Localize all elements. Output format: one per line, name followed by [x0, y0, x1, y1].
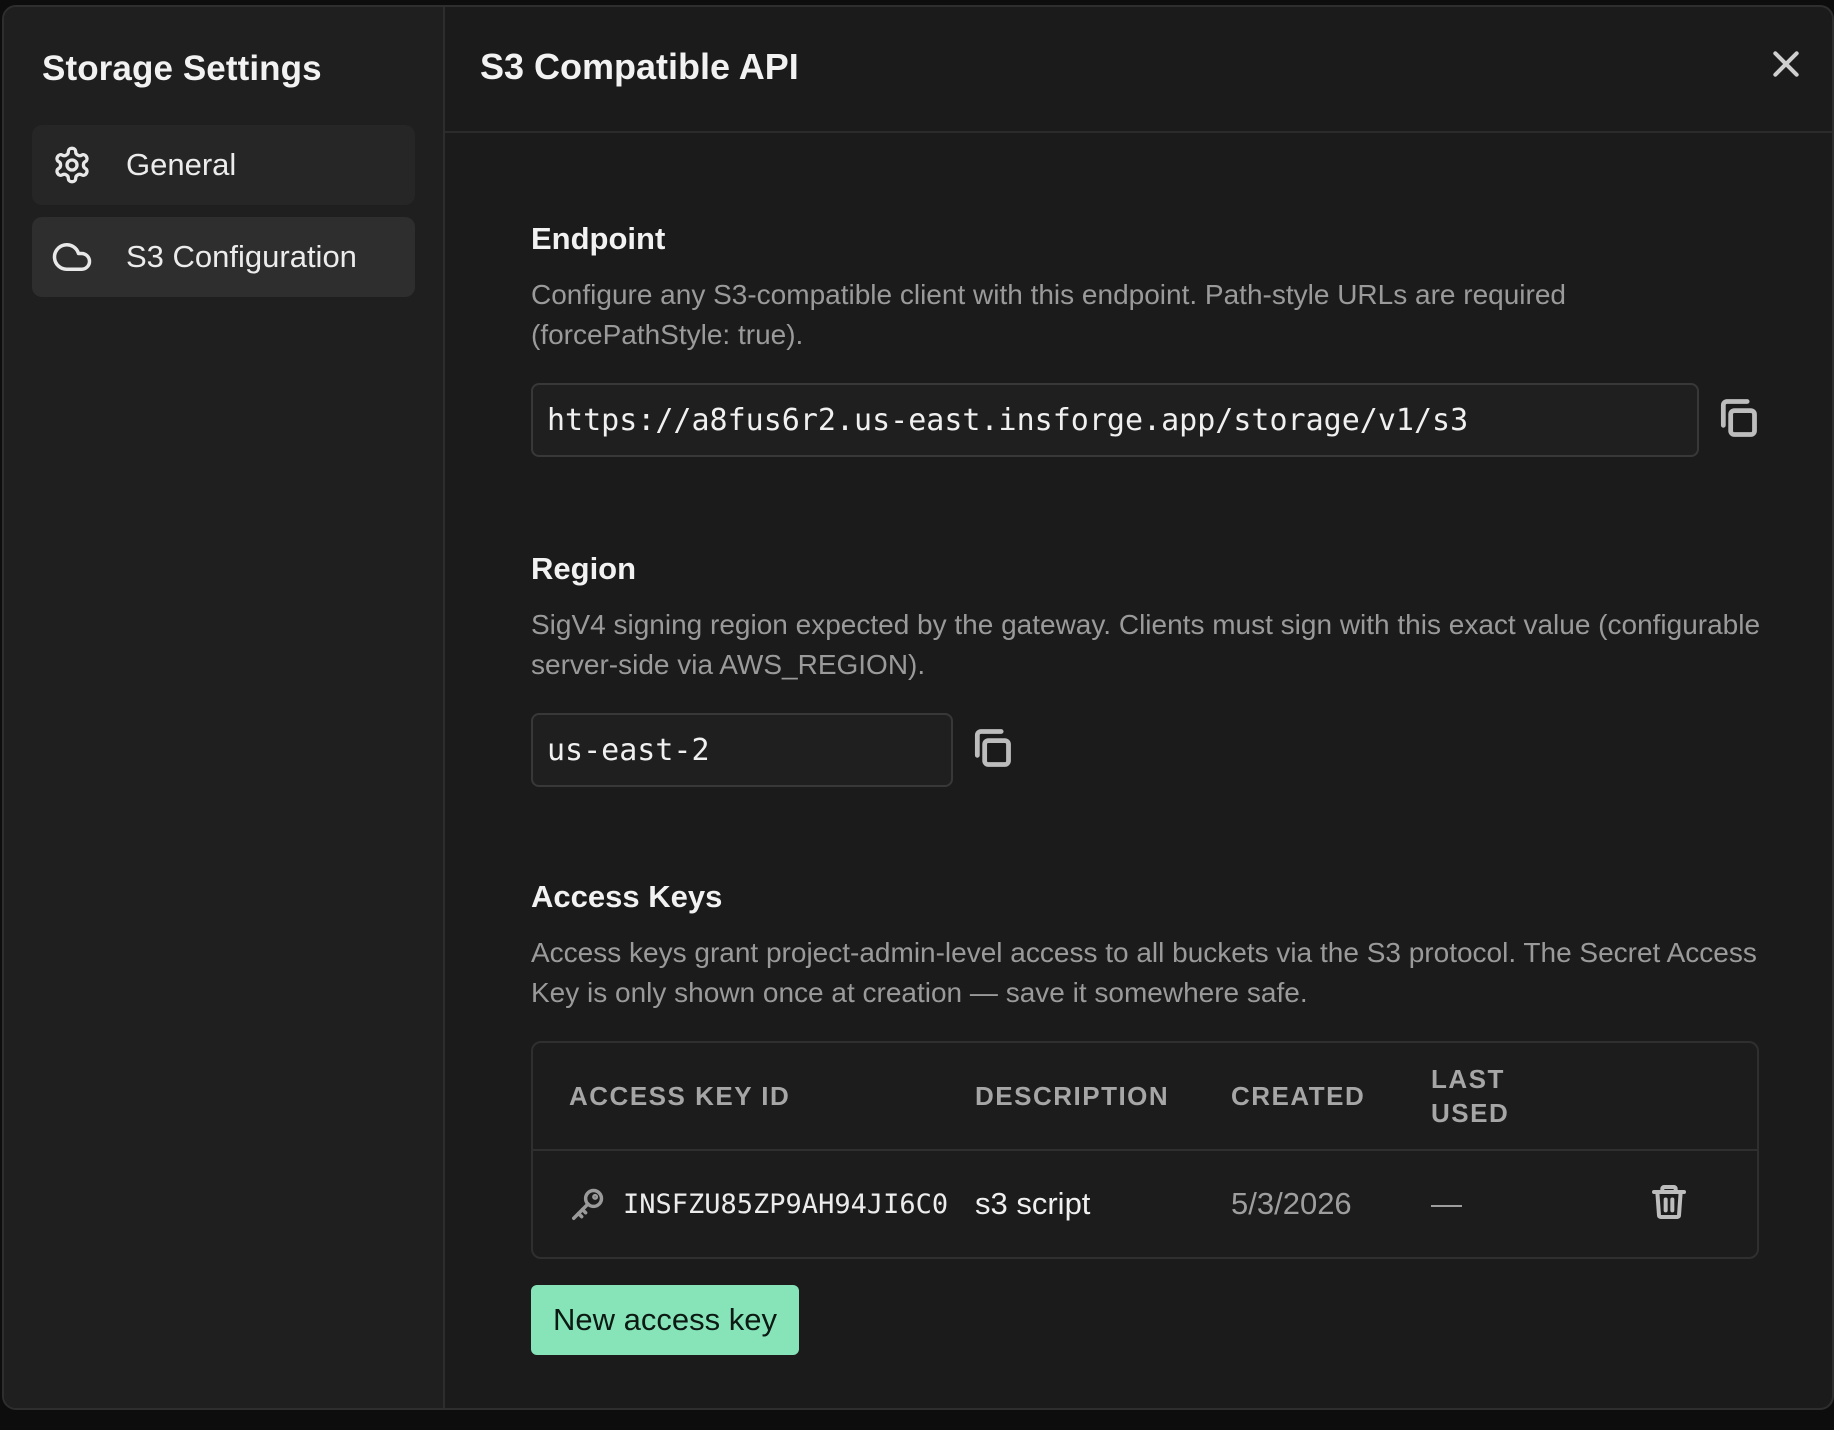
table-header: ACCESS KEY ID DESCRIPTION CREATED LAST U…: [533, 1043, 1757, 1151]
endpoint-title: Endpoint: [531, 221, 666, 256]
access-keys-table: ACCESS KEY ID DESCRIPTION CREATED LAST U…: [531, 1041, 1759, 1259]
close-icon: [1770, 48, 1802, 85]
copy-endpoint-button[interactable]: [1713, 395, 1763, 445]
access-key-id-cell: INSFZU85ZP9AH94JI6C0: [533, 1184, 975, 1224]
access-key-created: 5/3/2026: [1231, 1186, 1352, 1221]
access-keys-section: Access Keys Access keys grant project-ad…: [531, 879, 1771, 1355]
cloud-icon: [50, 235, 94, 279]
storage-settings-dialog: Storage Settings General S3 Configuratio…: [2, 5, 1834, 1410]
new-access-key-button[interactable]: New access key: [531, 1285, 799, 1355]
region-field[interactable]: us-east-2: [531, 713, 953, 787]
region-title: Region: [531, 551, 637, 586]
region-section: Region SigV4 signing region expected by …: [531, 551, 1771, 787]
column-header-access-key-id: ACCESS KEY ID: [569, 1080, 791, 1111]
endpoint-field-row: https://a8fus6r2.us-east.insforge.app/st…: [531, 383, 1771, 457]
column-header-last-used: LAST USED: [1431, 1064, 1510, 1128]
endpoint-description: Configure any S3-compatible client with …: [531, 279, 1566, 350]
access-key-last-used: —: [1431, 1186, 1462, 1221]
endpoint-field[interactable]: https://a8fus6r2.us-east.insforge.app/st…: [531, 383, 1699, 457]
column-header-created: CREATED: [1231, 1080, 1366, 1111]
gear-icon: [50, 143, 94, 187]
copy-icon: [1716, 396, 1760, 445]
sidebar-item-s3-configuration[interactable]: S3 Configuration: [32, 217, 415, 297]
page-title: S3 Compatible API: [480, 46, 799, 87]
actions-cell: [1581, 1182, 1757, 1226]
sidebar-item-general[interactable]: General: [32, 125, 415, 205]
sidebar-item-label: General: [126, 147, 237, 182]
close-button[interactable]: [1766, 46, 1806, 86]
main-panel: S3 Compatible API Endpoint Configure any…: [445, 7, 1832, 1408]
region-description: SigV4 signing region expected by the gat…: [531, 609, 1761, 680]
trash-icon: [1649, 1182, 1689, 1227]
content: Endpoint Configure any S3-compatible cli…: [445, 133, 1832, 1355]
access-key-id: INSFZU85ZP9AH94JI6C0: [623, 1188, 949, 1220]
sidebar-title: Storage Settings: [42, 49, 322, 88]
delete-key-button[interactable]: [1647, 1182, 1691, 1226]
sidebar: Storage Settings General S3 Configuratio…: [4, 7, 445, 1408]
column-header-description: DESCRIPTION: [975, 1080, 1170, 1111]
access-key-description: s3 script: [975, 1186, 1091, 1221]
region-field-row: us-east-2: [531, 713, 1771, 787]
table-row: INSFZU85ZP9AH94JI6C0 s3 script 5/3/2026 …: [533, 1151, 1757, 1257]
endpoint-section: Endpoint Configure any S3-compatible cli…: [531, 221, 1771, 457]
access-keys-title: Access Keys: [531, 879, 723, 914]
main-header: S3 Compatible API: [445, 7, 1832, 133]
access-keys-description: Access keys grant project-admin-level ac…: [531, 937, 1757, 1008]
copy-icon: [970, 726, 1014, 775]
sidebar-item-label: S3 Configuration: [126, 239, 357, 274]
key-icon: [569, 1184, 609, 1224]
copy-region-button[interactable]: [967, 725, 1017, 775]
